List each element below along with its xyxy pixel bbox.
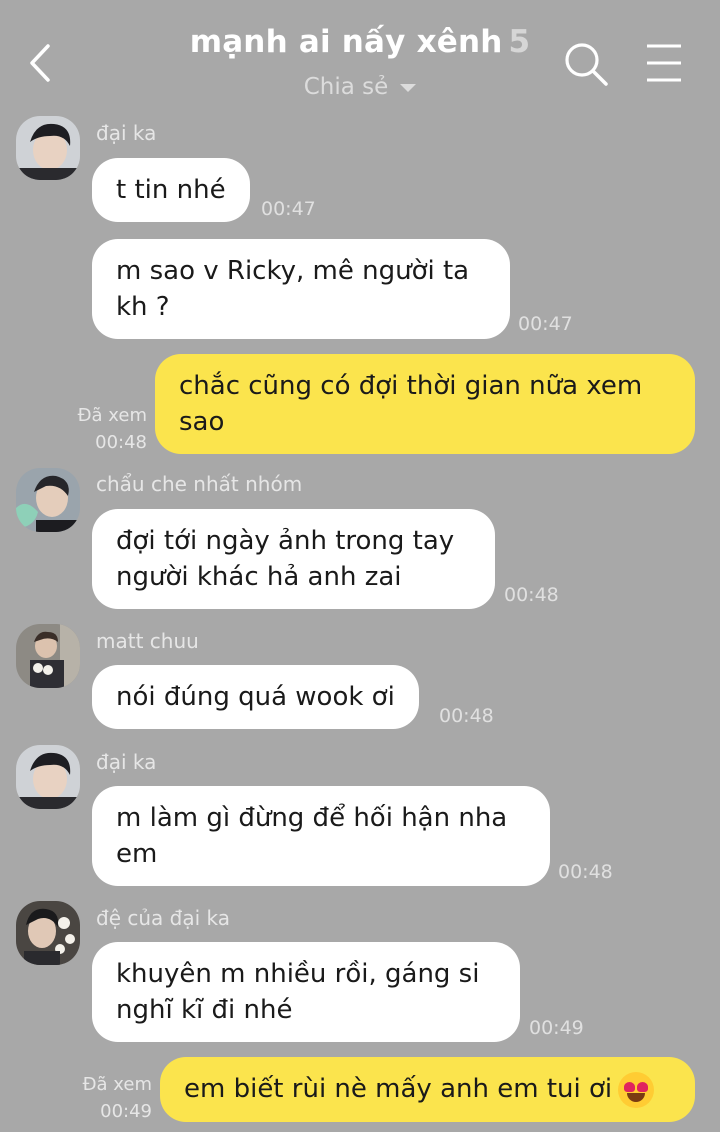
message-line: người khác hả anh zai: [116, 562, 402, 592]
menu-button[interactable]: [644, 42, 684, 84]
avatar-de-cua-dai-ka[interactable]: [16, 901, 80, 965]
read-status: Đã xem 00:49: [74, 1071, 152, 1125]
message-line: kh ?: [116, 292, 170, 322]
message-line: m làm gì đừng để hối hận nha: [116, 803, 508, 833]
caret-down-icon: [400, 83, 417, 92]
message-line: đợi tới ngày ảnh trong tay: [116, 526, 455, 556]
message-line: nghĩ kĩ đi nhé: [116, 995, 293, 1025]
message-text: em biết rùi nè mấy anh em tui ơi: [184, 1074, 613, 1104]
message-line: m sao v Ricky, mê người ta: [116, 256, 470, 286]
chat-header: mạnh ai nấy xênh 5 Chia sẻ: [0, 0, 720, 112]
share-dropdown[interactable]: Chia sẻ: [0, 74, 720, 100]
member-count: 5: [508, 24, 531, 60]
chat-title-row: mạnh ai nấy xênh 5: [0, 24, 720, 60]
heart-eyes-emoji-icon: [618, 1071, 655, 1108]
message-bubble[interactable]: m sao v Ricky, mê người ta kh ?: [92, 239, 510, 339]
avatar-dai-ka[interactable]: [16, 745, 80, 809]
message-line: sao: [179, 407, 225, 437]
sender-name: đệ của đại ka: [96, 906, 230, 930]
message-bubble[interactable]: t tin nhé: [92, 158, 250, 222]
message-line: chắc cũng có đợi thời gian nữa xem: [179, 371, 643, 401]
message-bubble-own[interactable]: chắc cũng có đợi thời gian nữa xem sao: [155, 354, 695, 454]
message-line: khuyên m nhiều rồi, gáng si: [116, 959, 480, 989]
profile-photo-icon: [16, 468, 80, 532]
message-time: 00:48: [439, 705, 494, 727]
message-line: em: [116, 839, 158, 869]
message-time: 00:49: [100, 1101, 152, 1122]
message-time: 00:47: [518, 313, 573, 335]
share-label: Chia sẻ: [303, 74, 389, 100]
profile-photo-icon: [16, 745, 80, 809]
message-time: 00:47: [261, 198, 316, 220]
message-bubble[interactable]: nói đúng quá wook ơi: [92, 665, 419, 729]
message-time: 00:48: [504, 584, 559, 606]
search-button[interactable]: [562, 40, 610, 88]
message-bubble[interactable]: m làm gì đừng để hối hận nha em: [92, 786, 550, 886]
hamburger-menu-icon: [647, 44, 681, 82]
message-bubble[interactable]: đợi tới ngày ảnh trong tay người khác hả…: [92, 509, 495, 609]
sender-name: đại ka: [96, 121, 157, 145]
avatar-chau-che[interactable]: [16, 468, 80, 532]
read-status: Đã xem 00:48: [70, 402, 147, 456]
sender-name: đại ka: [96, 750, 157, 774]
message-bubble[interactable]: khuyên m nhiều rồi, gáng si nghĩ kĩ đi n…: [92, 942, 520, 1042]
message-bubble-own[interactable]: em biết rùi nè mấy anh em tui ơi: [160, 1057, 695, 1122]
read-label: Đã xem: [82, 1074, 152, 1095]
profile-photo-icon: [16, 116, 80, 180]
message-time: 00:48: [95, 432, 147, 453]
profile-photo-icon: [16, 624, 80, 688]
sender-name: chẩu che nhất nhóm: [96, 472, 303, 496]
profile-photo-icon: [16, 901, 80, 965]
read-label: Đã xem: [77, 405, 147, 426]
message-time: 00:49: [529, 1017, 584, 1039]
chat-title: mạnh ai nấy xênh: [189, 24, 503, 60]
sender-name: matt chuu: [96, 629, 199, 653]
avatar-matt-chuu[interactable]: [16, 624, 80, 688]
search-icon: [565, 43, 608, 86]
avatar-dai-ka[interactable]: [16, 116, 80, 180]
message-time: 00:48: [558, 861, 613, 883]
